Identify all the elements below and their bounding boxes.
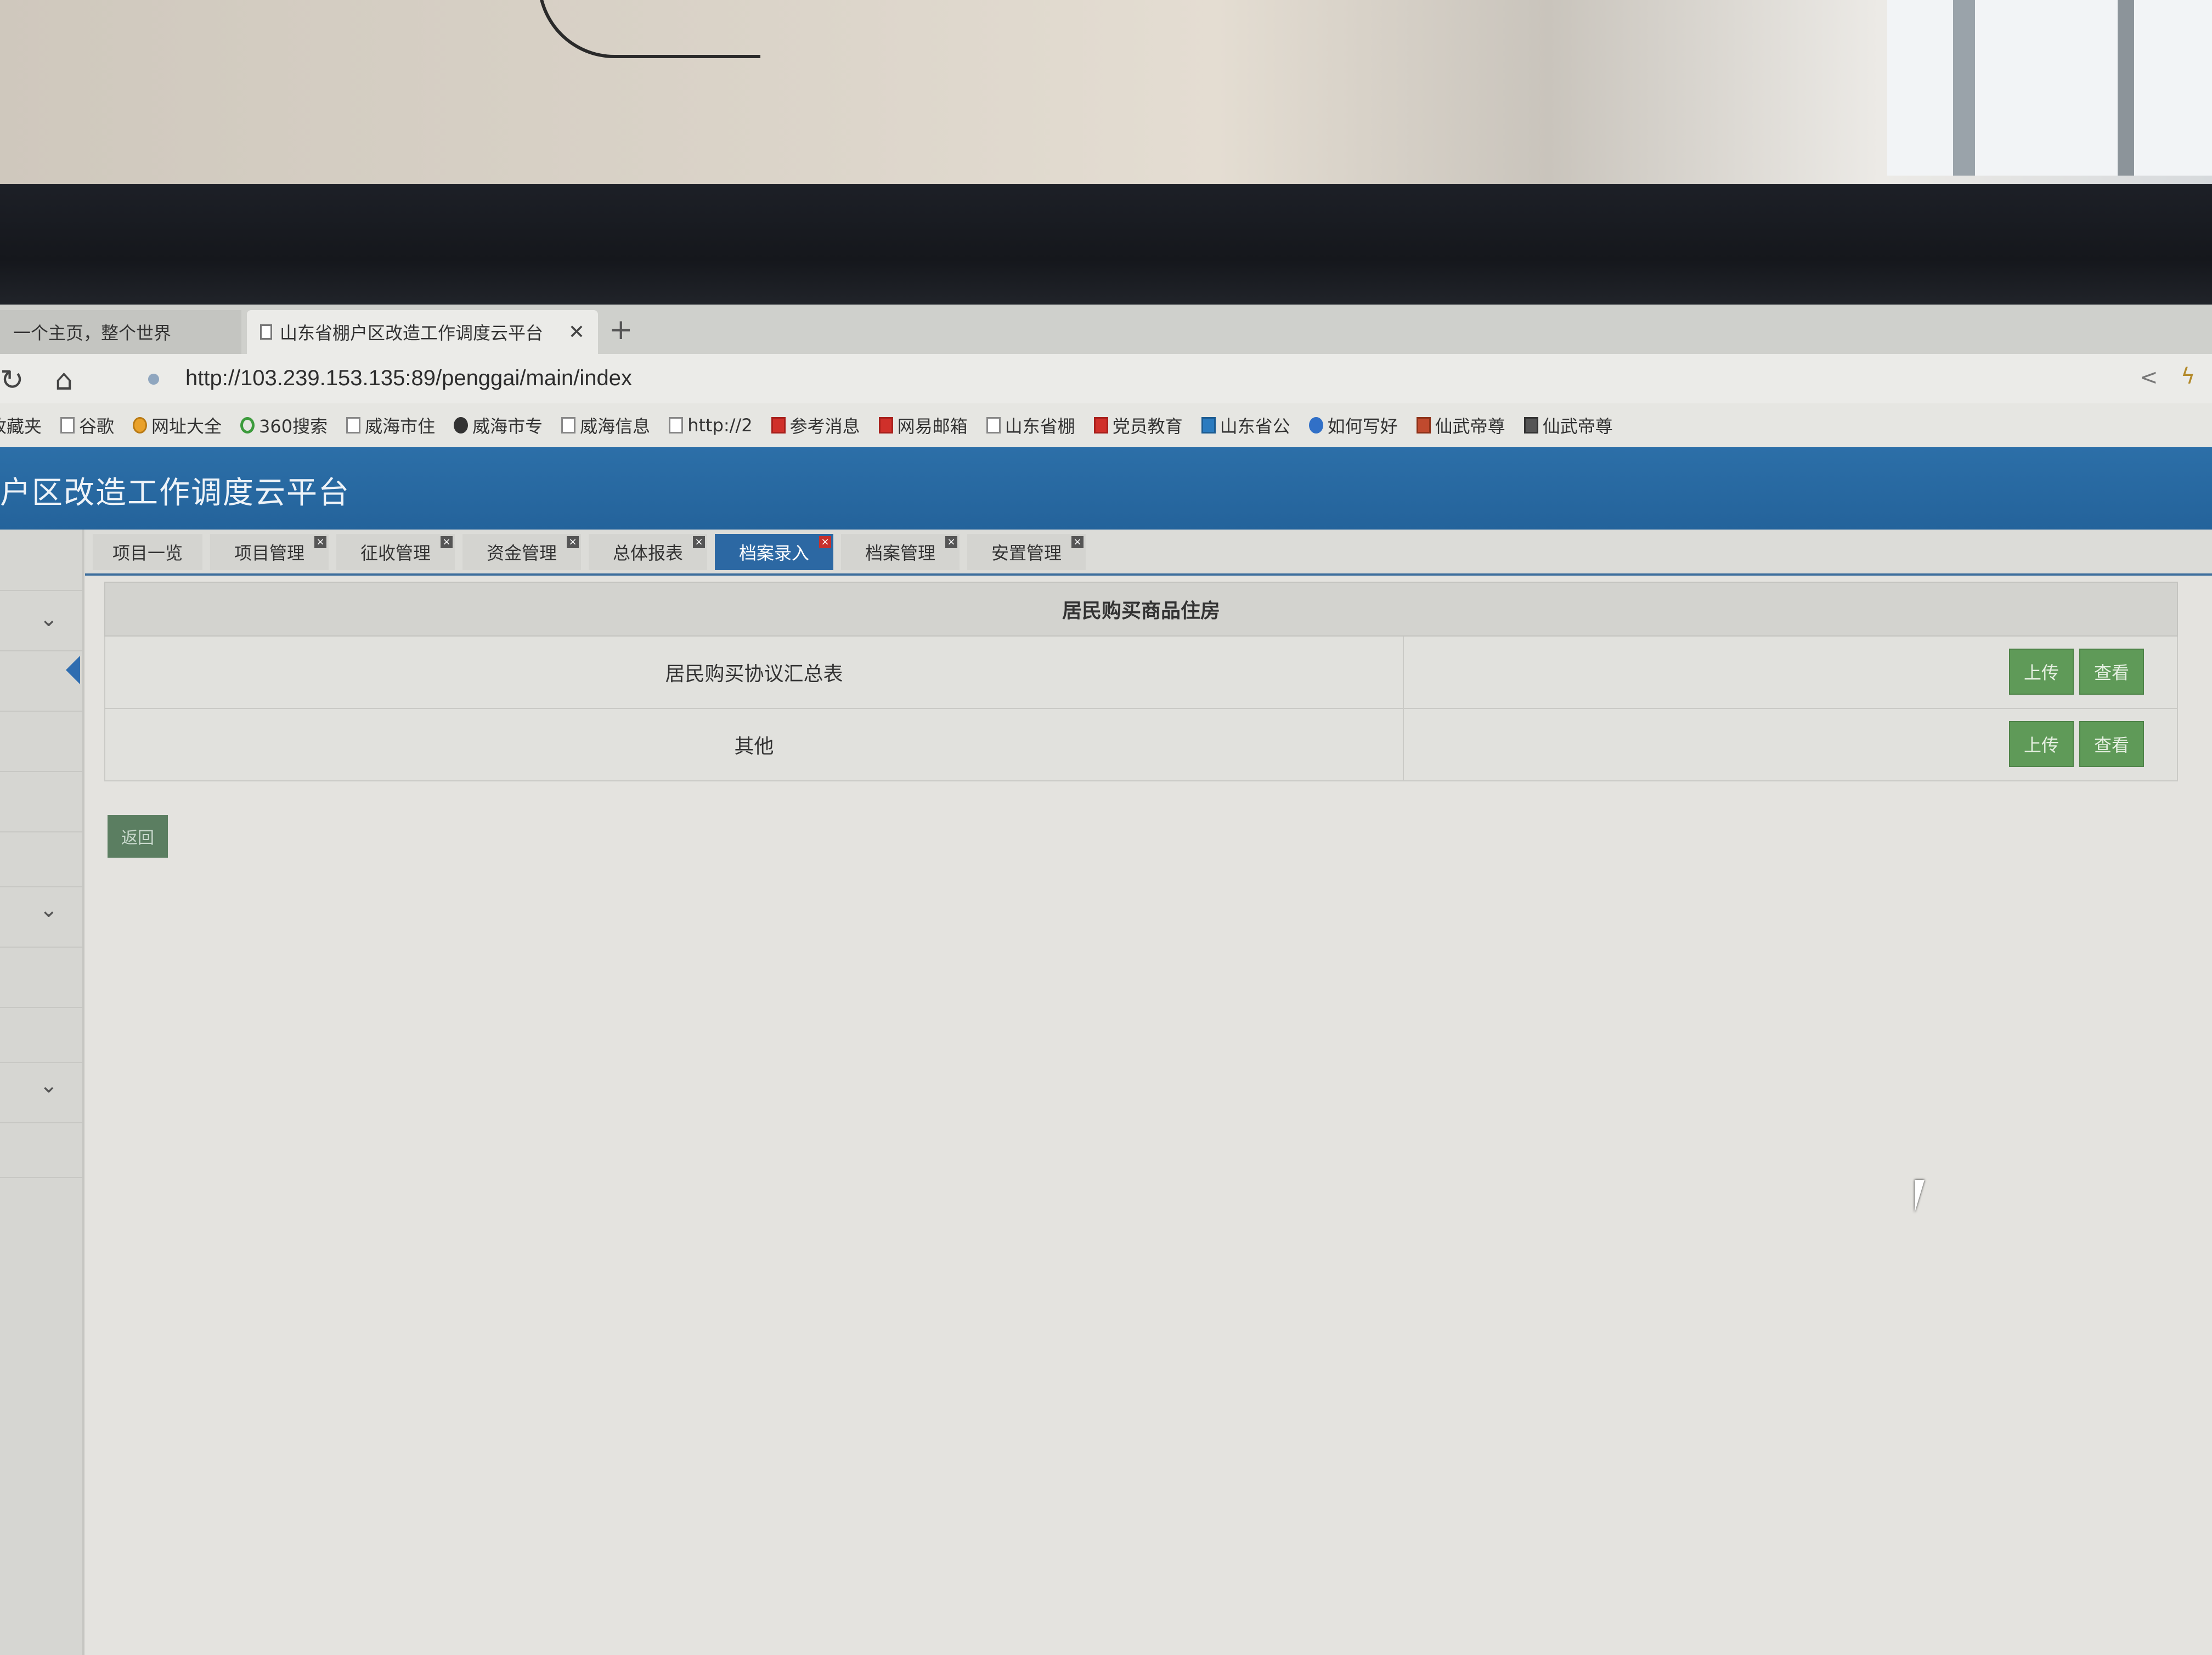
- e-icon: [454, 417, 469, 434]
- tab-label: 一个主页，整个世界: [13, 323, 172, 344]
- view-button[interactable]: 查看: [2079, 721, 2144, 767]
- panel-header: 居民购买商品住房: [104, 582, 2178, 637]
- bookmarks-bar: 收藏夹 谷歌 网址大全 360搜索 威海市住 威海市专 威海信息 http://…: [0, 403, 2212, 447]
- table-row: 居民购买协议汇总表 上传 查看: [104, 637, 2178, 709]
- bookmark[interactable]: 威海信息: [561, 413, 650, 438]
- upload-button[interactable]: 上传: [2009, 649, 2074, 695]
- browser-tab-bar: 一个主页，整个世界 山东省棚户区改造工作调度云平台 ✕ +: [0, 305, 2212, 354]
- url-field[interactable]: http://103.239.153.135:89/penggai/main/i…: [185, 366, 632, 391]
- app-header: 户区改造工作调度云平台: [0, 447, 2212, 530]
- app-title: 户区改造工作调度云平台: [0, 475, 350, 511]
- mouse-cursor-icon: [1915, 1180, 1934, 1213]
- sidebar-item[interactable]: [0, 530, 82, 591]
- upload-button[interactable]: 上传: [2009, 721, 2074, 767]
- tab-funds-management[interactable]: 资金管理 ×: [462, 534, 581, 570]
- home-icon[interactable]: ⌂: [55, 364, 73, 397]
- chevron-down-icon[interactable]: ⌄: [40, 606, 58, 632]
- close-icon[interactable]: ×: [314, 536, 326, 548]
- monitor-screen: 一个主页，整个世界 山东省棚户区改造工作调度云平台 ✕ + ↻ ⌂ http:/…: [0, 305, 2212, 1655]
- tab-resettlement-management[interactable]: 安置管理 ×: [967, 534, 1086, 570]
- row-label: 其他: [105, 709, 1404, 780]
- mail-163-icon: [878, 417, 893, 434]
- new-tab-button[interactable]: +: [609, 313, 633, 346]
- house-icon: [1416, 417, 1431, 434]
- tab-project-list[interactable]: 项目一览: [93, 534, 202, 570]
- bolt-icon[interactable]: ϟ: [2181, 364, 2195, 389]
- bookmark[interactable]: 参考消息: [771, 413, 860, 438]
- tab-archive-entry[interactable]: 档案录入 ×: [715, 534, 833, 570]
- room-window: [1887, 0, 2212, 176]
- close-icon[interactable]: ×: [1071, 536, 1084, 548]
- sidebar-item[interactable]: ⌄: [0, 590, 82, 651]
- sidebar-item[interactable]: [0, 771, 82, 832]
- sidebar-item[interactable]: [0, 1122, 82, 1178]
- view-button[interactable]: 查看: [2079, 649, 2144, 695]
- baidu-paw-icon: [1308, 417, 1323, 434]
- background-room: [0, 0, 2212, 187]
- back-button[interactable]: 返回: [108, 815, 168, 858]
- bookmark[interactable]: 收藏夹: [0, 413, 42, 438]
- bookmark[interactable]: 谷歌: [60, 413, 114, 438]
- bookmark[interactable]: 威海市住: [346, 413, 435, 438]
- address-bar: ↻ ⌂ http://103.239.153.135:89/penggai/ma…: [0, 354, 2212, 403]
- bookmark[interactable]: 山东省公: [1201, 413, 1290, 438]
- browser-tab[interactable]: 一个主页，整个世界: [0, 310, 241, 354]
- app-tab-strip: 项目一览 项目管理 × 征收管理 × 资金管理 × 总体报表 × 档案录入 × 档案管理 ×…: [85, 530, 2212, 576]
- cable: [538, 0, 760, 58]
- tab-project-management[interactable]: 项目管理 ×: [210, 534, 329, 570]
- bookmark[interactable]: 如何写好: [1308, 413, 1398, 438]
- tab-expropriation-management[interactable]: 征收管理 ×: [336, 534, 455, 570]
- bookmark[interactable]: 仙武帝尊: [1523, 413, 1613, 438]
- bookmark[interactable]: 网易邮箱: [878, 413, 968, 438]
- bookmark[interactable]: 仙武帝尊: [1416, 413, 1505, 438]
- globe-icon: [133, 417, 148, 434]
- party-icon: [1093, 417, 1108, 434]
- close-icon[interactable]: ×: [945, 536, 957, 548]
- active-indicator: [66, 656, 80, 684]
- browser-tab-active[interactable]: 山东省棚户区改造工作调度云平台 ✕: [247, 310, 598, 354]
- sidebar-item[interactable]: [0, 831, 82, 887]
- tab-archive-management[interactable]: 档案管理 ×: [841, 534, 960, 570]
- share-icon[interactable]: <: [2140, 365, 2158, 390]
- sidebar-item[interactable]: ⌄: [0, 1062, 82, 1123]
- close-icon[interactable]: ×: [693, 536, 705, 548]
- sidebar-item[interactable]: [0, 947, 82, 1008]
- window-frame: [1953, 0, 1975, 176]
- table-row: 其他 上传 查看: [104, 709, 2178, 781]
- sidebar-item[interactable]: [0, 1007, 82, 1063]
- monitor-bezel: [0, 184, 2212, 310]
- bookmark[interactable]: 山东省棚: [986, 413, 1075, 438]
- page-icon: [669, 417, 684, 434]
- news-icon: [771, 417, 786, 434]
- reload-icon[interactable]: ↻: [0, 364, 24, 397]
- sidebar: ⌄ ⌄ ⌄: [0, 530, 84, 1655]
- close-icon[interactable]: ×: [567, 536, 579, 548]
- window-frame: [2118, 0, 2134, 176]
- page-icon: [60, 417, 75, 434]
- bookmark[interactable]: 网址大全: [133, 413, 222, 438]
- tab-label: 山东省棚户区改造工作调度云平台: [280, 323, 544, 344]
- close-icon[interactable]: ✕: [568, 321, 585, 344]
- chevron-down-icon[interactable]: ⌄: [40, 1073, 58, 1098]
- row-label: 居民购买协议汇总表: [105, 637, 1404, 708]
- chevron-down-icon[interactable]: ⌄: [40, 897, 58, 922]
- page-icon: [346, 417, 361, 434]
- close-icon[interactable]: ×: [819, 536, 831, 548]
- close-icon[interactable]: ×: [441, 536, 453, 548]
- site-info-icon[interactable]: [148, 374, 159, 385]
- book-icon: [1523, 417, 1538, 434]
- mail-icon: [1201, 417, 1216, 434]
- sidebar-item[interactable]: ⌄: [0, 886, 82, 948]
- tab-overall-report[interactable]: 总体报表 ×: [589, 534, 707, 570]
- bookmark[interactable]: 党员教育: [1093, 413, 1183, 438]
- bookmark[interactable]: http://2: [669, 415, 753, 436]
- page-icon: [986, 417, 1001, 434]
- bookmark[interactable]: 360搜索: [240, 413, 328, 438]
- sidebar-item[interactable]: [0, 711, 82, 772]
- bookmark[interactable]: 威海市专: [454, 413, 543, 438]
- archive-panel: 居民购买商品住房 居民购买协议汇总表 上传 查看 其他 上传 查看: [104, 582, 2212, 781]
- page-icon: [260, 324, 272, 340]
- search-360-icon: [240, 417, 255, 434]
- page-icon: [561, 417, 576, 434]
